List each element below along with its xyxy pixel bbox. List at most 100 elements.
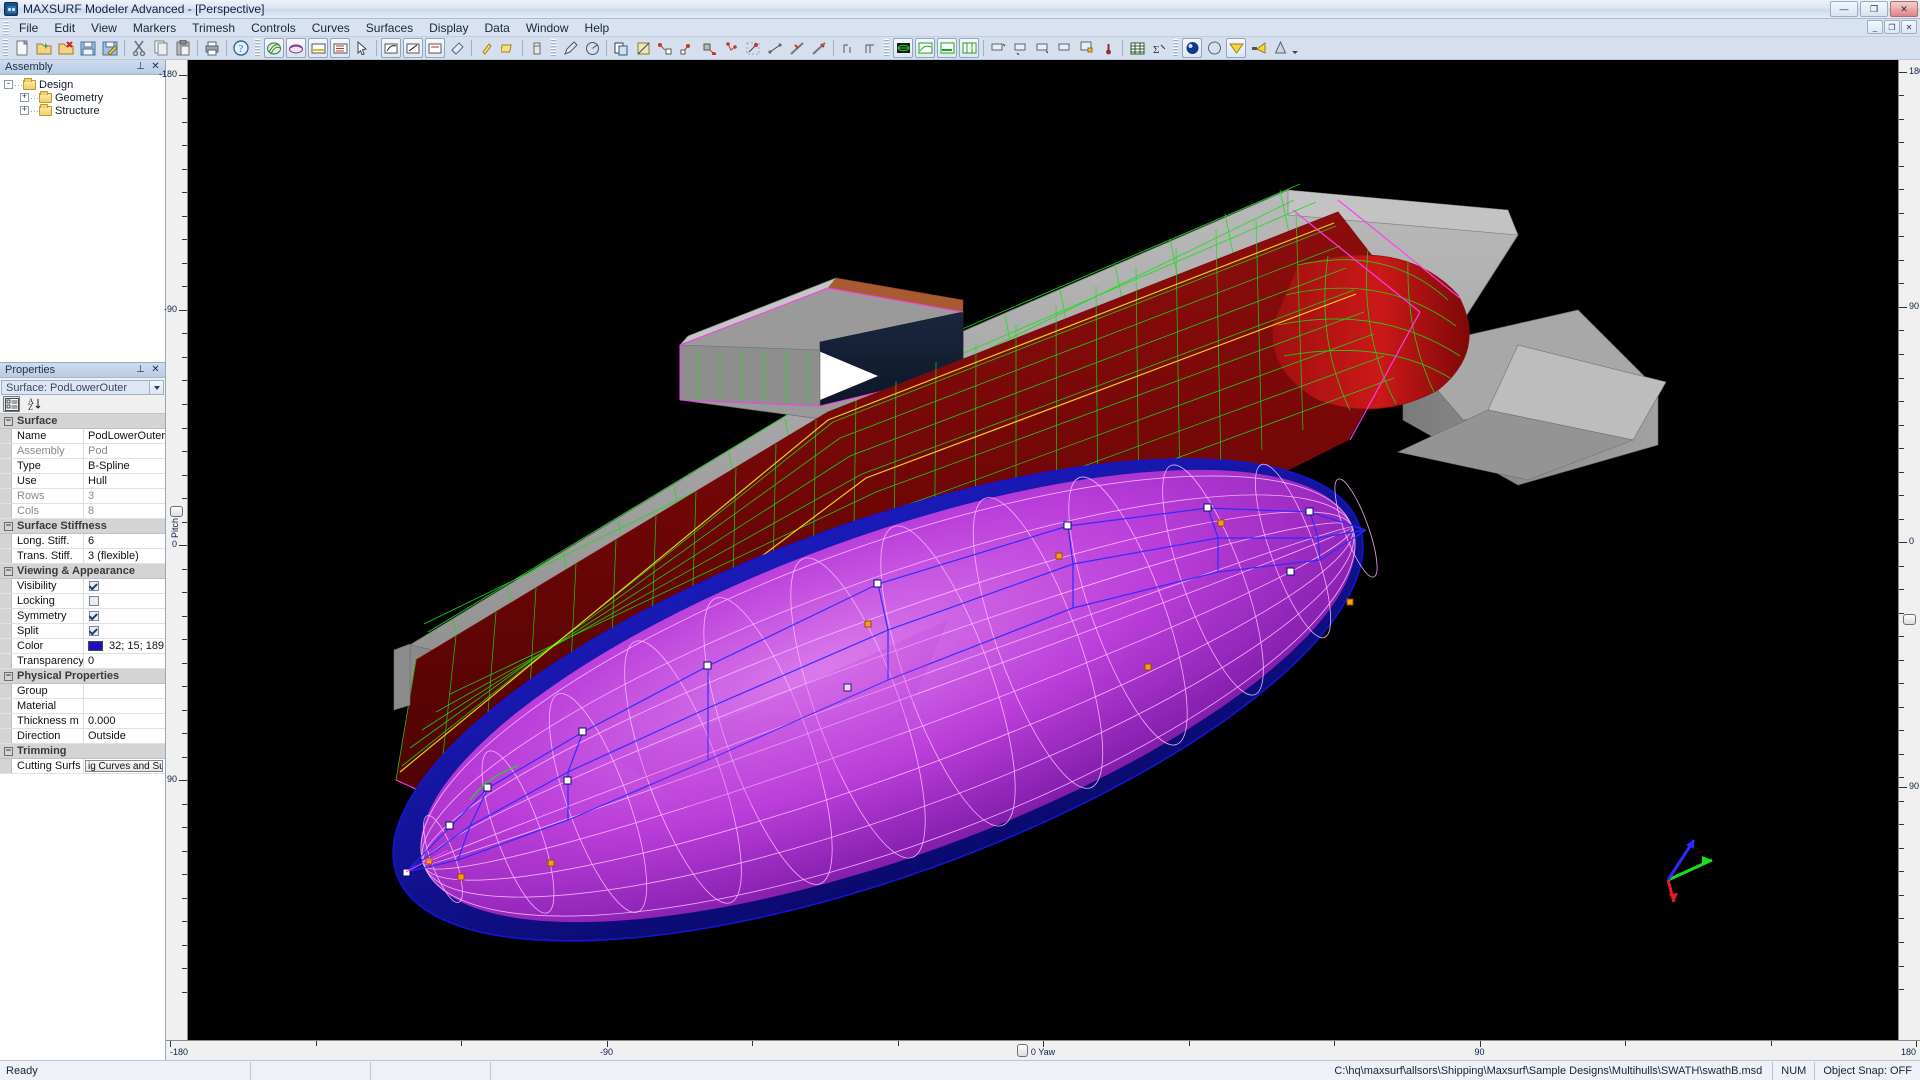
wireframe-icon[interactable] — [1204, 38, 1224, 58]
mdi-restore-button[interactable]: ❐ — [1884, 20, 1900, 34]
property-row-split[interactable]: Split — [0, 624, 165, 639]
save-icon[interactable] — [78, 38, 98, 58]
yaw-ruler[interactable]: -180 -90 0 Yaw 90 180 — [166, 1040, 1920, 1060]
split-checkbox[interactable] — [89, 626, 99, 636]
waterlines-icon[interactable] — [308, 38, 328, 58]
property-row-group[interactable]: Group — [0, 684, 165, 699]
spotlight-icon[interactable] — [1248, 38, 1268, 58]
property-row-cols[interactable]: Cols 8 — [0, 504, 165, 519]
group-collapse-icon[interactable]: − — [4, 671, 13, 681]
menu-display[interactable]: Display — [421, 19, 476, 37]
tree-expander[interactable]: + — [20, 93, 29, 102]
pin-icon[interactable]: ⊥ — [135, 62, 146, 73]
perspective-view-icon[interactable] — [893, 38, 913, 58]
locking-checkbox[interactable] — [89, 596, 99, 606]
print-icon[interactable] — [202, 38, 222, 58]
delete-point-icon[interactable] — [699, 38, 719, 58]
material-icon[interactable] — [1270, 38, 1290, 58]
property-value[interactable] — [84, 699, 165, 713]
menu-surfaces[interactable]: Surfaces — [358, 19, 421, 37]
close-file-icon[interactable] — [56, 38, 76, 58]
grid-icon[interactable] — [425, 38, 445, 58]
tree-item-structure[interactable]: + Structure — [0, 103, 165, 117]
render-icon[interactable] — [447, 38, 467, 58]
property-row-name[interactable]: Name PodLowerOuter — [0, 429, 165, 444]
property-value[interactable] — [84, 684, 165, 698]
property-row-assembly[interactable]: Assembly Pod — [0, 444, 165, 459]
property-row-trans-stiff[interactable]: Trans. Stiff. 3 (flexible) — [0, 549, 165, 564]
yaw-slider-thumb[interactable] — [1016, 1044, 1028, 1057]
point-path-icon[interactable] — [743, 38, 763, 58]
visibility-checkbox[interactable] — [89, 581, 99, 591]
property-value[interactable]: B-Spline — [84, 459, 165, 473]
property-group-surface-stiffness[interactable]: − Surface Stiffness — [0, 519, 165, 534]
property-row-rows[interactable]: Rows 3 — [0, 489, 165, 504]
menu-file[interactable]: File — [11, 19, 46, 37]
property-row-visibility[interactable]: Visibility — [0, 579, 165, 594]
property-row-cutting-surfs[interactable]: Cutting Surfs ig Curves and Surfs — [0, 759, 165, 774]
profile-view-icon[interactable] — [915, 38, 935, 58]
pen-icon[interactable] — [560, 38, 580, 58]
row-icon[interactable] — [860, 38, 880, 58]
toolbar-grip-file[interactable] — [3, 39, 8, 57]
property-row-type[interactable]: Type B-Spline — [0, 459, 165, 474]
column-icon[interactable] — [838, 38, 858, 58]
shade-icon[interactable] — [498, 38, 518, 58]
property-row-symmetry[interactable]: Symmetry — [0, 609, 165, 624]
new-icon[interactable] — [12, 38, 32, 58]
property-group-trimming[interactable]: − Trimming — [0, 744, 165, 759]
shade-mode-icon[interactable] — [1226, 38, 1246, 58]
property-row-material[interactable]: Material — [0, 699, 165, 714]
property-grid[interactable]: − Surface Name PodLowerOuter Assembly Po… — [0, 414, 165, 1060]
plan-view-icon[interactable] — [937, 38, 957, 58]
menu-controls[interactable]: Controls — [243, 19, 304, 37]
zoom-icon[interactable] — [988, 38, 1008, 58]
copy-icon[interactable] — [151, 38, 171, 58]
rotate-icon[interactable] — [1032, 38, 1052, 58]
table-icon[interactable] — [1127, 38, 1147, 58]
property-group-viewing-appearance[interactable]: − Viewing & Appearance — [0, 564, 165, 579]
select-icon[interactable] — [352, 38, 372, 58]
assembly-tree[interactable]: - Design + Geometry + Structure — [0, 75, 165, 363]
tree-item-geometry[interactable]: + Geometry — [0, 90, 165, 104]
trim-surface-icon[interactable] — [633, 38, 653, 58]
property-row-transparency[interactable]: Transparency % 0 — [0, 654, 165, 669]
menu-trimesh[interactable]: Trimesh — [184, 19, 243, 37]
group-collapse-icon[interactable]: − — [4, 521, 13, 531]
compact-icon[interactable] — [765, 38, 785, 58]
zoom-slider-thumb[interactable] — [1903, 613, 1916, 625]
sections-icon[interactable] — [330, 38, 350, 58]
home-view-icon[interactable] — [1054, 38, 1074, 58]
property-group-surface[interactable]: − Surface — [0, 414, 165, 429]
trimesh-icon[interactable] — [527, 38, 547, 58]
tree-item-design[interactable]: - Design — [0, 77, 165, 91]
menu-data[interactable]: Data — [476, 19, 517, 37]
group-collapse-icon[interactable]: − — [4, 566, 13, 576]
property-row-direction[interactable]: Direction Outside — [0, 729, 165, 744]
pitch-ruler-right[interactable]: 180 90 0 90 — [1898, 60, 1920, 1040]
property-value[interactable]: Hull — [84, 474, 165, 488]
help-icon[interactable]: ? — [231, 38, 251, 58]
menu-markers[interactable]: Markers — [125, 19, 184, 37]
mdi-minimize-button[interactable]: _ — [1867, 20, 1883, 34]
property-value[interactable]: 0 — [84, 654, 165, 668]
pin-icon[interactable]: ⊥ — [135, 365, 146, 376]
formula-icon[interactable]: Σ — [1149, 38, 1169, 58]
toolbar-grip-view[interactable] — [884, 39, 889, 57]
pitch-ruler-left[interactable]: -180 -90 0 90 Pitch — [159, 60, 188, 1040]
toolbar-grip-display[interactable] — [255, 39, 260, 57]
menu-view[interactable]: View — [83, 19, 125, 37]
bind-point-icon[interactable] — [721, 38, 741, 58]
property-row-color[interactable]: Color 32; 15; 189 — [0, 639, 165, 654]
property-value[interactable]: 3 (flexible) — [84, 549, 165, 563]
alphabetical-sort-icon[interactable]: AZ — [26, 396, 43, 412]
property-row-locking[interactable]: Locking — [0, 594, 165, 609]
duplicate-surface-icon[interactable] — [611, 38, 631, 58]
open-icon[interactable] — [34, 38, 54, 58]
menu-help[interactable]: Help — [577, 19, 618, 37]
net-icon[interactable] — [381, 38, 401, 58]
symmetry-checkbox[interactable] — [89, 611, 99, 621]
toolbar-overflow-icon[interactable] — [1291, 38, 1298, 58]
body-plan-view-icon[interactable] — [959, 38, 979, 58]
render-sphere-icon[interactable] — [1182, 38, 1202, 58]
